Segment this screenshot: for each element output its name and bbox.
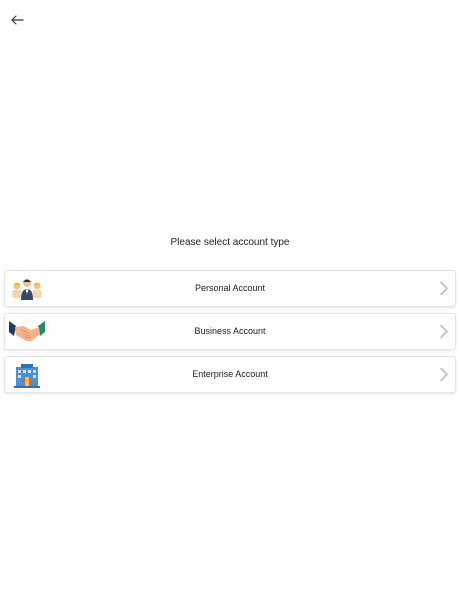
chevron-right-icon xyxy=(439,367,449,382)
option-label: Personal Account xyxy=(194,283,266,293)
enterprise-account-option[interactable]: Enterprise Account xyxy=(5,357,455,392)
back-button[interactable] xyxy=(8,12,26,28)
chevron-right-icon xyxy=(439,281,449,296)
chevron-right-icon xyxy=(439,324,449,339)
account-type-prompt: Please select account type xyxy=(170,237,290,248)
arrow-left-icon xyxy=(11,15,24,25)
option-label: Business Account xyxy=(194,326,266,336)
personal-account-option[interactable]: Personal Account xyxy=(5,271,455,306)
option-label: Enterprise Account xyxy=(192,369,268,379)
business-account-option[interactable]: Business Account xyxy=(5,314,455,349)
